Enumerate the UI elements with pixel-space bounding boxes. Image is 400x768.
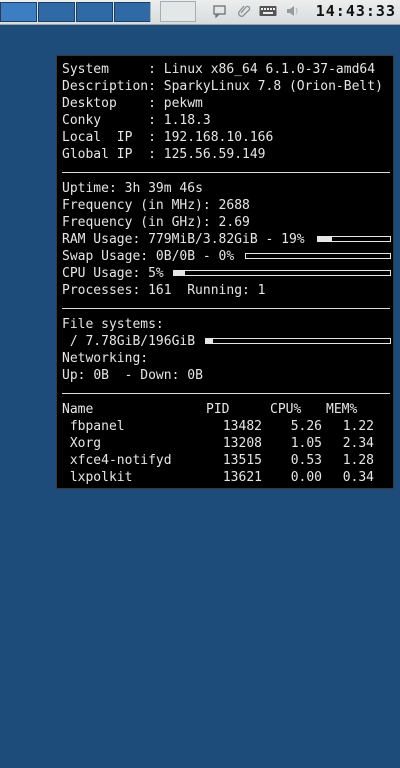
divider bbox=[62, 172, 390, 173]
processes-row: Processes: 161 Running: 1 bbox=[62, 283, 266, 298]
cpu-bar-fill bbox=[174, 271, 185, 275]
root-fs-bar bbox=[205, 338, 391, 344]
freq-ghz-value: 2.69 bbox=[218, 215, 250, 230]
column-header-mem: MEM% bbox=[326, 402, 358, 417]
process-cpu: 1.05 bbox=[290, 436, 322, 451]
conky-version-row: Conky : 1.18.3 bbox=[62, 113, 211, 128]
desktop-value: pekwm bbox=[163, 96, 203, 111]
desktop-3-button[interactable] bbox=[76, 2, 113, 22]
freq-mhz-row: Frequency (in MHz): 2688 bbox=[62, 198, 250, 213]
process-table-header: Name PID CPU% MEM% bbox=[62, 401, 390, 418]
chat-icon[interactable] bbox=[213, 4, 227, 20]
table-row: Xorg 13208 1.05 2.34 bbox=[62, 435, 390, 452]
ram-row: RAM Usage: 779MiB/3.82GiB - 19% bbox=[62, 232, 305, 247]
swap-bar bbox=[245, 253, 391, 259]
process-mem: 0.34 bbox=[342, 470, 374, 485]
column-header-pid: PID bbox=[206, 402, 230, 417]
process-name: lxpolkit bbox=[62, 470, 133, 485]
taskbar-button[interactable] bbox=[160, 1, 196, 22]
process-mem: 1.28 bbox=[342, 453, 374, 468]
freq-ghz-row: Frequency (in GHz): 2.69 bbox=[62, 215, 250, 230]
column-header-name: Name bbox=[62, 402, 94, 417]
desktop-row: Desktop : pekwm bbox=[62, 96, 203, 111]
process-cpu: 0.53 bbox=[290, 453, 322, 468]
system-row: System : Linux x86_64 6.1.0-37-amd64 bbox=[62, 62, 376, 77]
process-mem: 2.34 bbox=[342, 436, 374, 451]
processes-value: 161 bbox=[148, 283, 172, 298]
paperclip-icon[interactable] bbox=[237, 4, 251, 20]
process-name: xfce4-notifyd bbox=[62, 453, 172, 468]
cpu-bar bbox=[173, 270, 391, 276]
global-ip-value: 125.56.59.149 bbox=[163, 147, 266, 162]
divider bbox=[62, 393, 390, 394]
global-ip-row: Global IP : 125.56.59.149 bbox=[62, 147, 266, 162]
desktop-4-button[interactable] bbox=[114, 2, 151, 22]
desktop-pager bbox=[0, 2, 152, 22]
upload-value: 0B bbox=[93, 368, 109, 383]
process-pid: 13482 bbox=[222, 419, 262, 434]
ram-bar-fill bbox=[318, 237, 332, 241]
conky-version-value: 1.18.3 bbox=[163, 113, 211, 128]
download-value: 0B bbox=[187, 368, 203, 383]
description-row: Description: SparkyLinux 7.8 (Orion-Belt… bbox=[62, 79, 383, 94]
process-name: Xorg bbox=[62, 436, 102, 451]
system-value: Linux x86_64 6.1.0-37-amd64 bbox=[163, 62, 376, 77]
root-fs-value: 7.78GiB/196GiB bbox=[85, 334, 196, 349]
process-pid: 13515 bbox=[222, 453, 262, 468]
network-row: Up: 0B - Down: 0B bbox=[62, 368, 203, 383]
freq-mhz-value: 2688 bbox=[218, 198, 250, 213]
swap-row: Swap Usage: 0B/0B - 0% bbox=[62, 249, 235, 264]
description-value: SparkyLinux 7.8 (Orion-Belt) bbox=[163, 79, 383, 94]
conky-window: System : Linux x86_64 6.1.0-37-amd64 Des… bbox=[56, 55, 394, 489]
panel-separator bbox=[150, 2, 156, 22]
clock[interactable]: 14:43:33 bbox=[316, 2, 396, 20]
divider bbox=[62, 308, 390, 309]
process-mem: 1.22 bbox=[342, 419, 374, 434]
process-cpu: 0.00 bbox=[290, 470, 322, 485]
local-ip-value: 192.168.10.166 bbox=[163, 130, 274, 145]
cpu-row: CPU Usage: 5% bbox=[62, 266, 164, 281]
top-panel: 14:43:33 bbox=[0, 0, 400, 25]
desktop-2-button[interactable] bbox=[38, 2, 75, 22]
table-row: xfce4-notifyd 13515 0.53 1.28 bbox=[62, 452, 390, 469]
table-row: fbpanel 13482 5.26 1.22 bbox=[62, 418, 390, 435]
process-name: fbpanel bbox=[62, 419, 125, 434]
filesystems-heading: File systems: bbox=[62, 317, 164, 332]
cpu-value: 5% bbox=[148, 266, 164, 281]
swap-value: 0B/0B - 0% bbox=[155, 249, 235, 264]
process-pid: 13208 bbox=[222, 436, 262, 451]
ram-value: 779MiB/3.82GiB - 19% bbox=[148, 232, 305, 247]
running-value: 1 bbox=[257, 283, 266, 298]
keyboard-icon[interactable] bbox=[259, 4, 277, 20]
ram-bar bbox=[317, 236, 391, 242]
root-fs-row: / 7.78GiB/196GiB bbox=[62, 334, 196, 349]
table-row: lxpolkit 13621 0.00 0.34 bbox=[62, 469, 390, 486]
process-pid: 13621 bbox=[222, 470, 262, 485]
desktop-1-button[interactable] bbox=[0, 2, 37, 22]
column-header-cpu: CPU% bbox=[270, 402, 302, 417]
uptime-row: Uptime: 3h 39m 46s bbox=[62, 181, 203, 196]
local-ip-row: Local IP : 192.168.10.166 bbox=[62, 130, 274, 145]
process-cpu: 5.26 bbox=[290, 419, 322, 434]
networking-heading: Networking: bbox=[62, 351, 149, 366]
root-fs-bar-fill bbox=[206, 339, 214, 343]
uptime-value: 3h 39m 46s bbox=[124, 181, 203, 196]
volume-icon[interactable] bbox=[285, 4, 301, 20]
